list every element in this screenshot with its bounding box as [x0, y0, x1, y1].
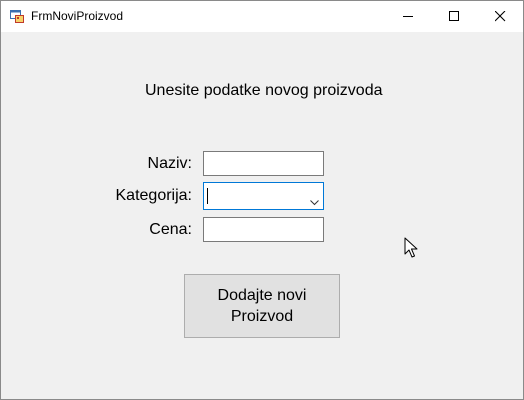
maximize-icon — [449, 11, 459, 21]
minimize-button[interactable] — [385, 1, 431, 32]
title-bar[interactable]: FrmNoviProizvod — [1, 1, 523, 32]
app-form-icon — [10, 9, 24, 23]
naziv-label: Naziv: — [147, 155, 192, 172]
add-product-button-label-line2: Proizvod — [230, 308, 294, 325]
cena-label: Cena: — [149, 221, 192, 238]
app-window: FrmNoviProizvod Unesite podatke novog pr… — [0, 0, 524, 400]
chevron-down-icon[interactable] — [310, 193, 319, 211]
kategorija-combobox[interactable] — [203, 182, 324, 210]
add-product-button[interactable]: Dodajte novi Proizvod — [184, 274, 340, 338]
minimize-icon — [403, 16, 413, 17]
close-button[interactable] — [477, 1, 523, 32]
text-caret — [207, 188, 208, 204]
window-title: FrmNoviProizvod — [31, 9, 124, 23]
close-icon — [495, 11, 506, 22]
mouse-pointer-icon — [404, 237, 418, 264]
maximize-button[interactable] — [431, 1, 477, 32]
kategorija-label: Kategorija: — [115, 187, 193, 204]
form-client-area: Unesite podatke novog proizvoda Naziv: K… — [1, 32, 523, 399]
form-heading: Unesite podatke novog proizvoda — [145, 82, 383, 99]
naziv-input[interactable] — [203, 151, 324, 176]
add-product-button-label-line1: Dodajte novi — [217, 287, 307, 304]
cena-input[interactable] — [203, 217, 324, 242]
